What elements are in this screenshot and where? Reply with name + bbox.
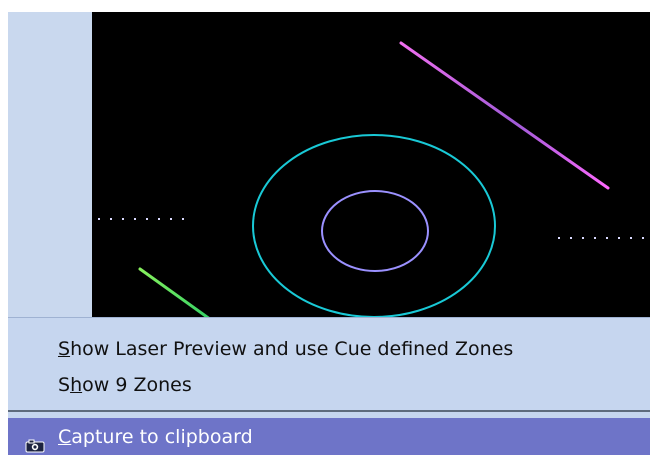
menu-item-show-laser-preview-label: Show Laser Preview and use Cue defined Z… [58,332,513,366]
menu-item-show-laser-preview-accelerator: S [58,338,71,360]
laser-preview-canvas[interactable] [92,12,650,317]
left-dotted-line [98,218,184,220]
menu-item-show-9-zones-label: Show 9 Zones [58,368,192,402]
menu-item-capture-to-clipboard-label: Capture to clipboard [58,418,253,455]
menu-item-capture-to-clipboard-accelerator: C [58,426,72,448]
menu-item-show-9-zones-prefix: S [58,374,71,396]
menu-item-show-9-zones[interactable]: Show 9 Zones [8,368,650,402]
outer-cyan-circle [252,134,496,317]
laser-preview-graphics [98,41,644,317]
menu-item-show-laser-preview[interactable]: Show Laser Preview and use Cue defined Z… [8,332,650,366]
laser-preview-window: Show Laser Preview and use Cue defined Z… [0,0,650,455]
camera-icon [24,429,46,453]
green-laser-line [138,267,210,317]
context-menu: Show Laser Preview and use Cue defined Z… [8,317,650,455]
menu-item-capture-to-clipboard-suffix: apture to clipboard [71,426,253,448]
inner-lavender-circle [321,190,429,272]
left-panel [8,12,92,317]
menu-item-show-9-zones-accelerator: h [70,374,83,396]
menu-item-capture-to-clipboard[interactable]: Capture to clipboard [8,418,650,455]
menu-item-show-laser-preview-suffix: how Laser Preview and use Cue defined Zo… [70,338,514,360]
right-dotted-line [558,237,644,239]
menu-separator [8,410,650,412]
menu-item-show-9-zones-suffix: ow 9 Zones [82,374,192,396]
magenta-laser-line [399,41,610,190]
